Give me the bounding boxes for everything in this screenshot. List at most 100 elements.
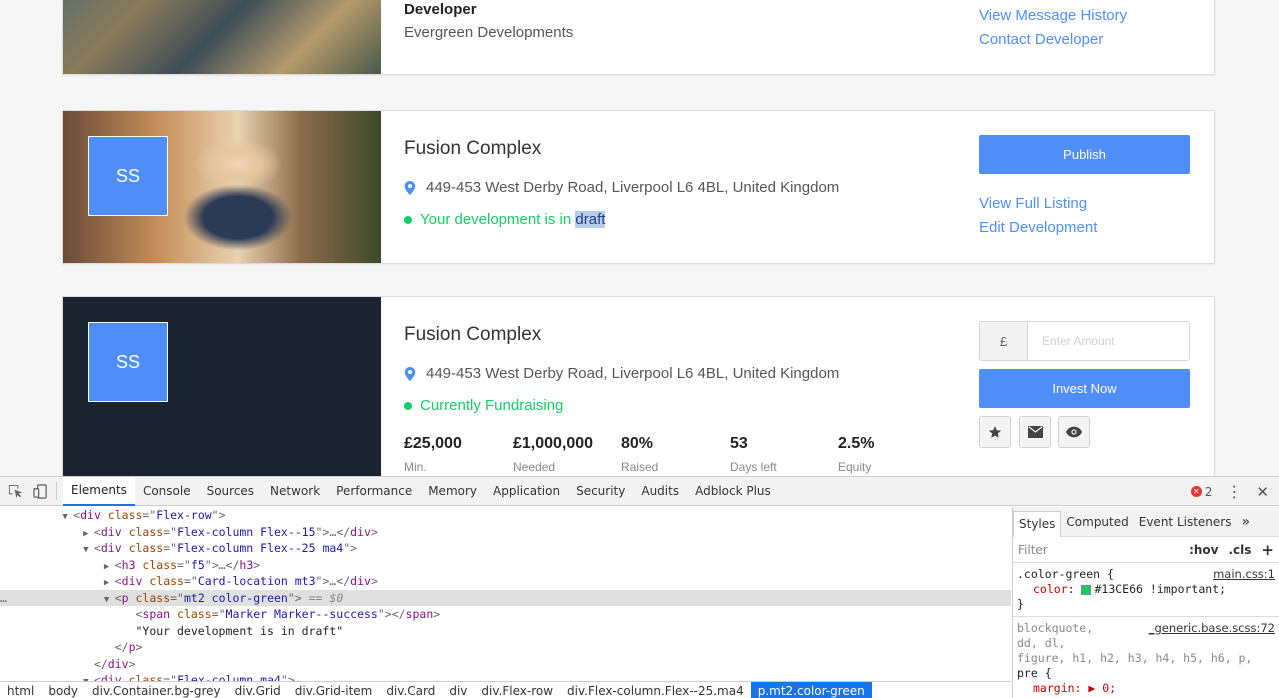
tab-adblock-plus[interactable]: Adblock Plus — [687, 477, 779, 506]
location-text: 449-453 West Derby Road, Liverpool L6 4B… — [426, 179, 840, 196]
rule-close: } — [1017, 597, 1024, 611]
expand-toggle-icon[interactable]: ▼ — [104, 595, 115, 605]
stat-label: Min. — [404, 460, 427, 474]
dom-node-selected[interactable]: … ▼ <p class="mt2 color-green"> == $0 — [0, 589, 1011, 606]
dom-node[interactable]: ▶ <h3 class="f5">…</h3> — [0, 557, 1011, 574]
close-icon[interactable]: ✕ — [1256, 483, 1269, 501]
dom-node[interactable]: </div> — [0, 656, 1011, 673]
edit-development-link[interactable]: Edit Development — [979, 219, 1097, 236]
breadcrumb-item[interactable]: div.Grid — [228, 682, 288, 698]
expand-toggle-icon[interactable]: ▶ — [104, 578, 115, 588]
tab-elements[interactable]: Elements — [63, 476, 135, 506]
dom-node[interactable]: ▼ <div class="Flex-column ma4"> — [0, 672, 1011, 681]
status-label: Currently Fundraising — [420, 397, 564, 414]
add-rule-icon[interactable]: + — [1261, 541, 1274, 559]
expand-toggle-icon[interactable]: ▼ — [83, 545, 94, 555]
breadcrumb-item[interactable]: div.Flex-column.Flex--25.ma4 — [560, 682, 751, 698]
dom-node[interactable]: ▶ <div class="Card-location mt3">…</div> — [0, 573, 1011, 590]
css-rule-color-green: main.css:1 .color-green { color: #13CE66… — [1013, 563, 1279, 616]
location-pin-icon — [404, 366, 416, 381]
tab-security[interactable]: Security — [568, 477, 633, 506]
breadcrumb-item[interactable]: div.Grid-item — [288, 682, 380, 698]
breadcrumb-item[interactable]: html — [0, 682, 41, 698]
stat-value: £25,000 — [404, 435, 462, 452]
avatar: SS — [88, 136, 168, 216]
publish-button[interactable]: Publish — [979, 135, 1190, 174]
tab-console[interactable]: Console — [135, 477, 199, 506]
styles-filter[interactable]: Filter :hov .cls + — [1013, 537, 1279, 563]
breadcrumb-item[interactable]: body — [41, 682, 85, 698]
developer-name: Evergreen Developments — [404, 24, 574, 41]
dom-node[interactable]: </p> — [0, 639, 1011, 656]
breadcrumb-item[interactable]: div — [442, 682, 474, 698]
tab-sources[interactable]: Sources — [199, 477, 262, 506]
devtools-panel: Elements Console Sources Network Perform… — [0, 476, 1279, 698]
favourite-button[interactable] — [979, 416, 1011, 448]
more-tabs-icon[interactable]: » — [1236, 507, 1255, 537]
devtools-tools — [0, 482, 57, 500]
stat-value: £1,000,000 — [513, 435, 594, 452]
breadcrumb-item[interactable]: div.Flex-row — [474, 682, 560, 698]
development-title: Fusion Complex — [404, 138, 542, 159]
device-toolbar-icon[interactable] — [33, 483, 48, 499]
developer-label: Developer — [404, 1, 477, 18]
invest-amount-field[interactable]: £ Enter Amount — [979, 321, 1190, 361]
breadcrumb-item[interactable]: div.Card — [379, 682, 442, 698]
dom-node[interactable]: "Your development is in draft" — [0, 623, 1011, 640]
contact-developer-link[interactable]: Contact Developer — [979, 31, 1103, 48]
error-counter[interactable]: ✕ 2 — [1190, 485, 1212, 499]
rule-declaration[interactable]: color: #13CE66 !important; — [1017, 582, 1275, 597]
stat-days-left: 53 Days left — [730, 435, 777, 474]
tab-event-listeners[interactable]: Event Listeners — [1134, 507, 1237, 537]
watch-button[interactable] — [1058, 416, 1090, 448]
stat-label: Needed — [513, 460, 556, 474]
dom-node[interactable]: ▼ <div class="Flex-row"> — [0, 507, 1011, 524]
star-icon — [988, 426, 1002, 438]
expand-toggle-icon[interactable]: ▼ — [62, 512, 73, 522]
stat-value: 2.5% — [838, 435, 875, 452]
tab-network[interactable]: Network — [262, 477, 328, 506]
rule-source-link[interactable]: _generic.base.scss:72 — [1149, 621, 1275, 636]
amount-input[interactable]: Enter Amount — [1028, 322, 1189, 360]
development-card-1: Developer Evergreen Developments View Me… — [62, 0, 1215, 75]
tab-application[interactable]: Application — [485, 477, 568, 506]
expand-toggle-icon[interactable]: ▶ — [83, 529, 94, 539]
dom-node[interactable]: <span class="Marker Marker--success"></s… — [0, 606, 1011, 623]
rule-declaration[interactable]: margin: ▶ 0; — [1017, 681, 1275, 696]
status-text: Currently Fundraising — [404, 397, 563, 414]
rule-value: #13CE66 !important; — [1094, 582, 1227, 596]
status-text: Your development is in draft — [404, 211, 606, 228]
hov-toggle[interactable]: :hov — [1189, 543, 1218, 557]
breadcrumb: html body div.Container.bg-grey div.Grid… — [0, 681, 1011, 698]
message-button[interactable] — [1019, 416, 1051, 448]
styles-tabbar: Styles Computed Event Listeners » — [1013, 507, 1279, 537]
invest-now-button[interactable]: Invest Now — [979, 369, 1190, 408]
tab-computed[interactable]: Computed — [1061, 507, 1133, 537]
rule-source-link[interactable]: main.css:1 — [1213, 567, 1275, 582]
status-prefix: Your development is in — [420, 211, 576, 228]
tab-styles[interactable]: Styles — [1013, 510, 1062, 537]
error-icon: ✕ — [1190, 486, 1202, 497]
breadcrumb-item-active[interactable]: p.mt2.color-green — [750, 681, 872, 698]
tab-audits[interactable]: Audits — [633, 477, 687, 506]
tab-memory[interactable]: Memory — [420, 477, 485, 506]
dom-node[interactable]: ▼ <div class="Flex-column Flex--25 ma4"> — [0, 540, 1011, 557]
cls-toggle[interactable]: .cls — [1228, 543, 1251, 557]
tab-performance[interactable]: Performance — [328, 477, 420, 506]
view-message-history-link[interactable]: View Message History — [979, 7, 1127, 24]
more-options-icon[interactable]: ⋮ — [1226, 482, 1242, 501]
dom-tree[interactable]: ▼ <div class="Flex-row"> ▶ <div class="F… — [0, 507, 1011, 681]
stat-value: 53 — [730, 435, 748, 452]
card-image — [63, 0, 381, 74]
view-full-listing-link[interactable]: View Full Listing — [979, 195, 1087, 212]
filter-input[interactable]: Filter — [1018, 543, 1048, 557]
avatar: SS — [88, 322, 168, 402]
breadcrumb-item[interactable]: div.Container.bg-grey — [85, 682, 228, 698]
expand-toggle-icon[interactable]: ▶ — [104, 562, 115, 572]
inspect-element-icon[interactable] — [8, 484, 23, 499]
stat-label: Raised — [621, 460, 659, 474]
color-swatch[interactable] — [1081, 584, 1092, 595]
dom-node[interactable]: ▶ <div class="Flex-column Flex--15">…</d… — [0, 524, 1011, 541]
success-marker — [404, 215, 412, 224]
